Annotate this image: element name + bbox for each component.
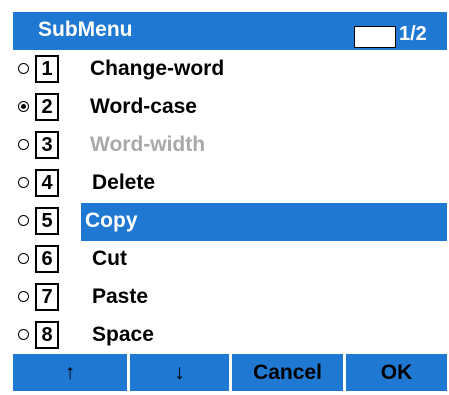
softkey-up-arrow-icon[interactable]: ↑ <box>13 354 127 391</box>
menu-item-label: Change-word <box>90 57 225 80</box>
menu-item-label: Word-width <box>90 133 206 156</box>
phone-screen: SubMenu 1/2 1 Change-word 2 Word-case 3 … <box>13 12 447 391</box>
menu-item-label: Delete <box>92 171 156 194</box>
menu-title: SubMenu <box>38 18 133 41</box>
menu-item-label: Space <box>92 323 154 346</box>
softkey-ok[interactable]: OK <box>346 354 447 391</box>
radio-icon <box>18 253 29 264</box>
title-bar: SubMenu 1/2 <box>13 12 447 50</box>
menu-item-number: 2 <box>35 93 59 121</box>
menu-item-word-case[interactable]: 2 Word-case <box>13 89 447 127</box>
menu-item-number: 1 <box>35 55 59 83</box>
page-indicator: 1/2 <box>399 23 427 45</box>
menu-item-delete[interactable]: 4 Delete <box>13 165 447 203</box>
radio-icon <box>18 329 29 340</box>
radio-icon <box>18 63 29 74</box>
menu-item-label: Word-case <box>90 95 197 118</box>
softkey-bar: ↑ ↓ Cancel OK <box>13 354 447 391</box>
menu-item-label: Cut <box>92 247 127 270</box>
menu-item-space[interactable]: 8 Space <box>13 317 447 355</box>
radio-icon <box>18 291 29 302</box>
menu-item-cut[interactable]: 6 Cut <box>13 241 447 279</box>
menu-item-number: 8 <box>35 321 59 349</box>
menu-item-label: Paste <box>92 285 149 308</box>
menu-item-paste[interactable]: 7 Paste <box>13 279 447 317</box>
menu-item-number: 5 <box>35 207 59 235</box>
menu-item-label: Copy <box>85 209 138 232</box>
menu-item-copy[interactable]: 5 Copy <box>13 203 447 241</box>
radio-icon <box>18 215 29 226</box>
softkey-down-arrow-icon[interactable]: ↓ <box>130 354 229 391</box>
radio-icon <box>18 177 29 188</box>
menu-item-number: 3 <box>35 131 59 159</box>
menu-item-change-word[interactable]: 1 Change-word <box>13 51 447 89</box>
menu-item-number: 6 <box>35 245 59 273</box>
menu-item-word-width[interactable]: 3 Word-width <box>13 127 447 165</box>
menu-item-number: 4 <box>35 169 59 197</box>
radio-icon <box>18 139 29 150</box>
menu-item-number: 7 <box>35 283 59 311</box>
softkey-cancel[interactable]: Cancel <box>232 354 343 391</box>
page-indicator-box <box>354 26 396 48</box>
radio-selected-icon <box>18 101 29 112</box>
